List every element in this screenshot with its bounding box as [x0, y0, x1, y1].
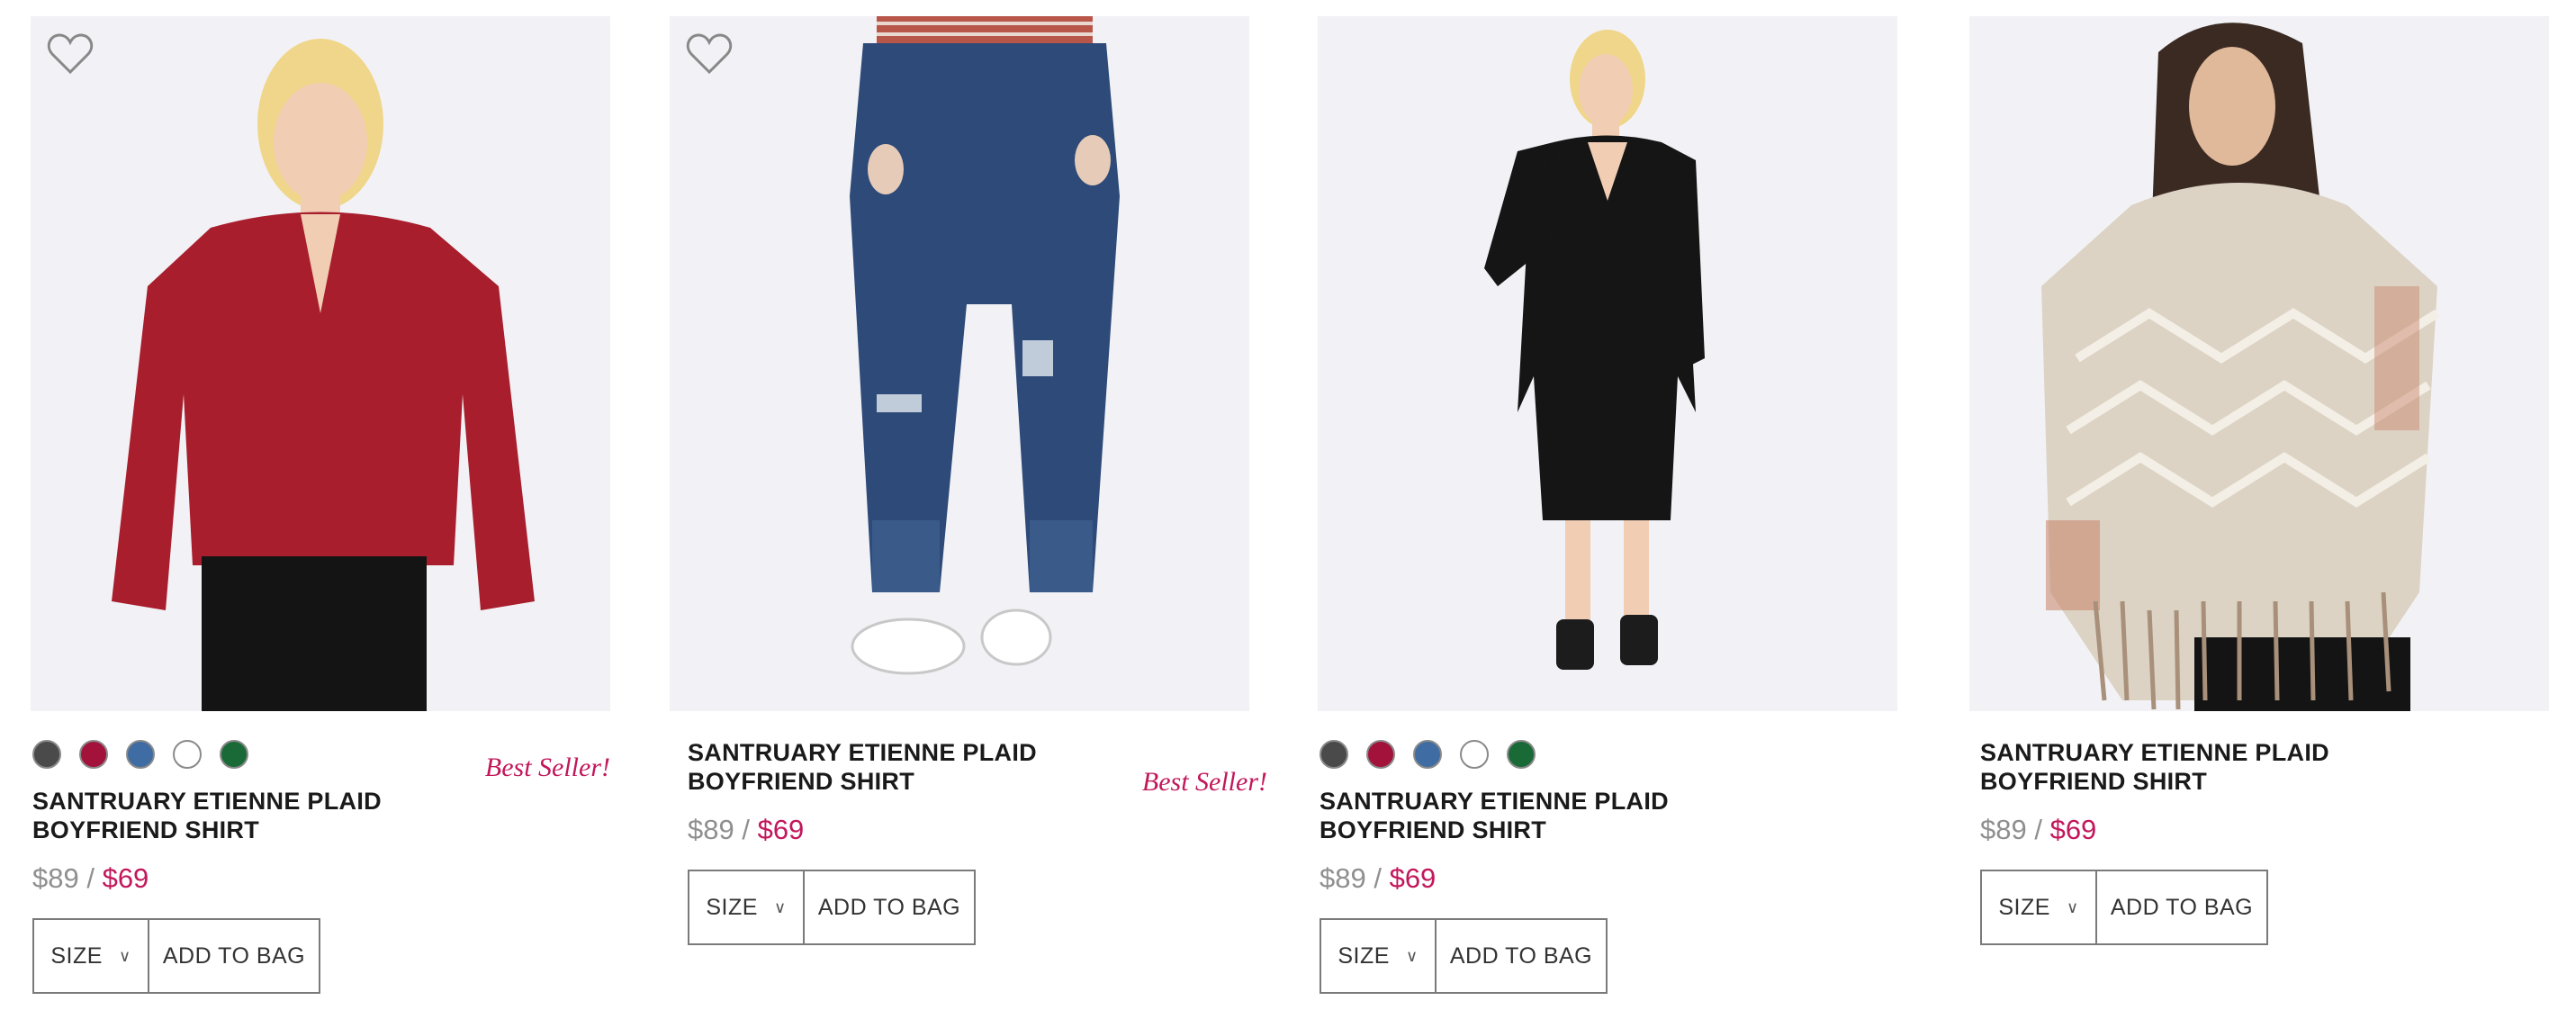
- price-separator: /: [1365, 862, 1390, 894]
- best-seller-badge: Best Seller!: [484, 753, 610, 782]
- price-separator: /: [734, 814, 758, 845]
- add-to-bag-button[interactable]: ADD TO BAG: [805, 870, 976, 945]
- add-to-bag-button[interactable]: ADD TO BAG: [149, 918, 320, 994]
- product-title[interactable]: SANTRUARY ETIENNE PLAID BOYFRIEND SHIRT: [1980, 738, 2403, 796]
- swatch-blue[interactable]: [126, 740, 155, 769]
- color-swatches: [1320, 740, 1896, 772]
- size-label: SIZE: [1338, 942, 1390, 969]
- product-info: Best Seller! SANTRUARY ETIENNE PLAID BOY…: [31, 740, 610, 994]
- product-title-line2: BOYFRIEND SHIRT: [688, 768, 915, 795]
- chevron-down-icon: ∨: [118, 946, 131, 965]
- product-title-line2: BOYFRIEND SHIRT: [32, 816, 260, 843]
- product-price: $89 / $69: [1980, 814, 2547, 846]
- product-photo-red-top: [31, 16, 610, 711]
- original-price: $89: [32, 862, 79, 894]
- product-image[interactable]: [1969, 16, 2549, 711]
- product-image[interactable]: [1318, 16, 1897, 711]
- size-label: SIZE: [1998, 894, 2050, 920]
- size-dropdown[interactable]: SIZE ∨: [688, 870, 805, 945]
- product-title-line1: SANTRUARY ETIENNE PLAID: [688, 739, 1037, 766]
- product-card: Best Seller! SANTRUARY ETIENNE PLAID BOY…: [31, 16, 610, 994]
- swatch-green[interactable]: [1507, 740, 1536, 769]
- product-title-line1: SANTRUARY ETIENNE PLAID: [1980, 739, 2329, 766]
- original-price: $89: [1980, 814, 2027, 845]
- swatch-green[interactable]: [220, 740, 248, 769]
- chevron-down-icon: ∨: [773, 897, 787, 916]
- product-info: Best Seller! SANTRUARY ETIENNE PLAID BOY…: [670, 738, 1267, 945]
- product-title-line1: SANTRUARY ETIENNE PLAID: [32, 788, 382, 815]
- product-photo-jeans: [670, 16, 1249, 711]
- product-title[interactable]: SANTRUARY ETIENNE PLAID BOYFRIEND SHIRT: [1320, 787, 1743, 844]
- chevron-down-icon: ∨: [1405, 946, 1419, 965]
- size-label: SIZE: [50, 942, 103, 969]
- price-separator: /: [78, 862, 103, 894]
- favorite-heart-icon[interactable]: [47, 32, 94, 76]
- swatch-white[interactable]: [1460, 740, 1489, 769]
- size-dropdown[interactable]: SIZE ∨: [32, 918, 149, 994]
- product-title[interactable]: SANTRUARY ETIENNE PLAID BOYFRIEND SHIRT: [32, 787, 455, 844]
- product-actions: SIZE ∨ ADD TO BAG: [688, 870, 1247, 945]
- product-info: SANTRUARY ETIENNE PLAID BOYFRIEND SHIRT …: [1969, 738, 2549, 945]
- product-photo-black-dress: [1318, 16, 1897, 711]
- sale-price: $69: [757, 814, 805, 845]
- product-image[interactable]: [31, 16, 610, 711]
- product-actions: SIZE ∨ ADD TO BAG: [1320, 918, 1896, 994]
- sale-price: $69: [2049, 814, 2097, 845]
- add-to-bag-button[interactable]: ADD TO BAG: [2097, 870, 2268, 945]
- swatch-red[interactable]: [1366, 740, 1395, 769]
- swatch-charcoal[interactable]: [1320, 740, 1348, 769]
- product-title-line1: SANTRUARY ETIENNE PLAID: [1320, 788, 1669, 815]
- swatch-red[interactable]: [79, 740, 108, 769]
- original-price: $89: [688, 814, 734, 845]
- product-actions: SIZE ∨ ADD TO BAG: [1980, 870, 2547, 945]
- size-label: SIZE: [706, 894, 758, 920]
- product-info: SANTRUARY ETIENNE PLAID BOYFRIEND SHIRT …: [1318, 740, 1897, 994]
- swatch-white[interactable]: [173, 740, 202, 769]
- chevron-down-icon: ∨: [2066, 897, 2079, 916]
- product-image[interactable]: [670, 16, 1249, 711]
- swatch-blue[interactable]: [1413, 740, 1442, 769]
- add-to-bag-button[interactable]: ADD TO BAG: [1437, 918, 1608, 994]
- size-dropdown[interactable]: SIZE ∨: [1980, 870, 2097, 945]
- product-title-line2: BOYFRIEND SHIRT: [1980, 768, 2208, 795]
- price-separator: /: [2026, 814, 2050, 845]
- product-card: SANTRUARY ETIENNE PLAID BOYFRIEND SHIRT …: [1969, 16, 2549, 945]
- product-card: SANTRUARY ETIENNE PLAID BOYFRIEND SHIRT …: [1318, 16, 1897, 994]
- favorite-heart-icon[interactable]: [686, 32, 733, 76]
- swatch-charcoal[interactable]: [32, 740, 61, 769]
- product-title[interactable]: SANTRUARY ETIENNE PLAID BOYFRIEND SHIRT: [688, 738, 1111, 796]
- best-seller-badge: Best Seller!: [1141, 767, 1267, 797]
- sale-price: $69: [1389, 862, 1437, 894]
- size-dropdown[interactable]: SIZE ∨: [1320, 918, 1437, 994]
- product-photo-poncho: [1969, 16, 2549, 711]
- product-title-line2: BOYFRIEND SHIRT: [1320, 816, 1547, 843]
- product-actions: SIZE ∨ ADD TO BAG: [32, 918, 608, 994]
- product-price: $89 / $69: [1320, 862, 1896, 895]
- product-card: Best Seller! SANTRUARY ETIENNE PLAID BOY…: [670, 16, 1267, 945]
- product-price: $89 / $69: [688, 814, 1247, 846]
- product-price: $89 / $69: [32, 862, 608, 895]
- original-price: $89: [1320, 862, 1366, 894]
- sale-price: $69: [102, 862, 149, 894]
